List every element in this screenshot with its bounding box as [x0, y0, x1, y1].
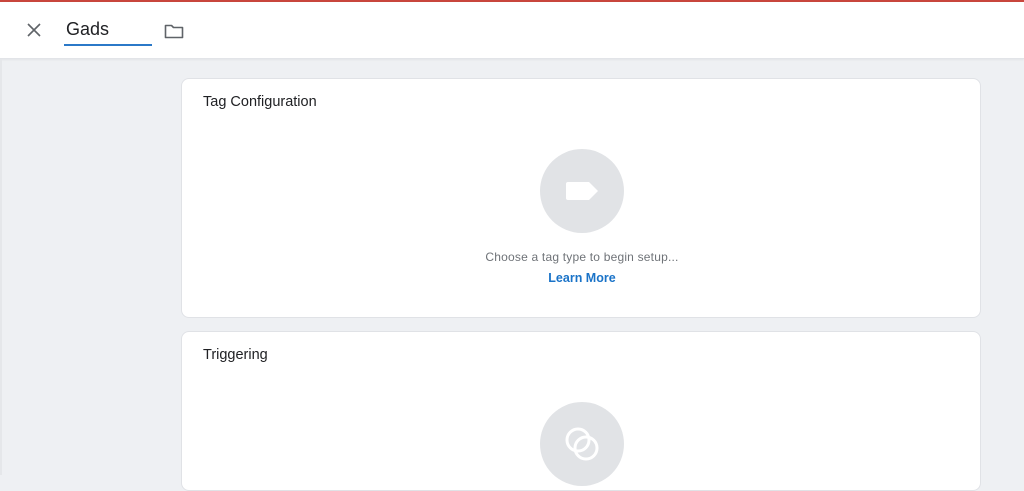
triggering-title: Triggering: [203, 347, 268, 363]
tag-icon: [566, 182, 598, 200]
tag-type-selector[interactable]: [540, 149, 624, 233]
close-icon: [27, 23, 41, 37]
tag-configuration-title: Tag Configuration: [203, 94, 317, 110]
tag-configuration-card[interactable]: Tag Configuration Choose a tag type to b…: [181, 78, 981, 318]
editor-header: [0, 2, 1024, 59]
triggering-card[interactable]: Triggering: [181, 331, 981, 491]
left-panel-edge: [0, 59, 2, 475]
learn-more-link[interactable]: Learn More: [182, 271, 982, 285]
tag-type-hint: Choose a tag type to begin setup...: [485, 250, 679, 264]
trigger-icon: [565, 427, 599, 461]
folder-icon: [164, 24, 184, 39]
tag-name-input[interactable]: [64, 14, 152, 46]
trigger-selector[interactable]: [540, 402, 624, 486]
close-button[interactable]: [22, 18, 46, 42]
folder-button[interactable]: [162, 19, 186, 43]
